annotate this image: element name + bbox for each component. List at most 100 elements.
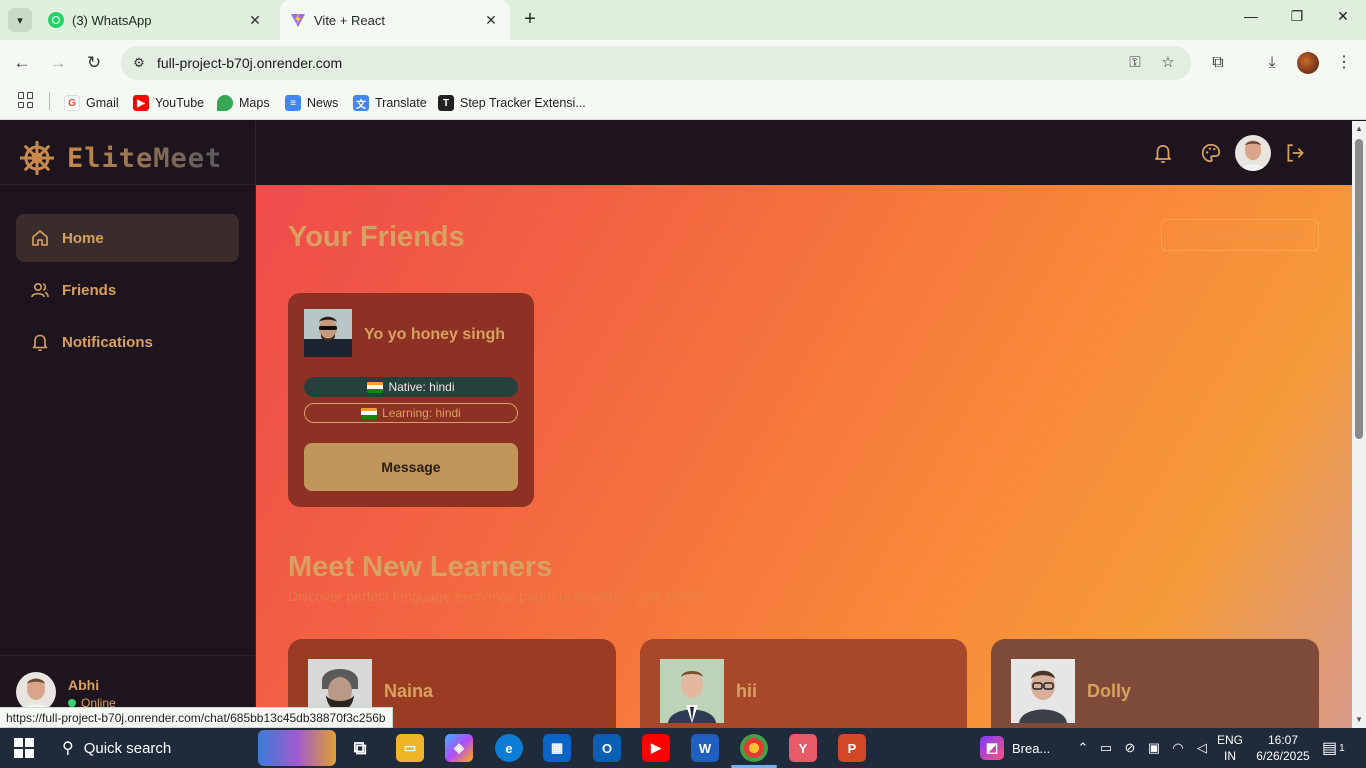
palette-icon[interactable] xyxy=(1199,141,1223,165)
close-icon[interactable]: ✕ xyxy=(246,12,264,29)
scroll-up-arrow-icon[interactable]: ▲ xyxy=(1355,124,1363,133)
address-bar[interactable]: ⚙ full-project-b70j.onrender.com ⚿ ☆ xyxy=(121,46,1191,80)
learner-name: Dolly xyxy=(1087,681,1132,701)
scrollbar-thumb[interactable] xyxy=(1355,139,1363,439)
password-key-icon[interactable]: ⚿ xyxy=(1125,53,1145,73)
learner-name: Naina xyxy=(384,681,434,701)
new-tab-button[interactable]: + xyxy=(520,9,540,30)
word-icon[interactable]: W xyxy=(691,734,719,762)
notification-count: 1 xyxy=(1339,742,1345,754)
translate-icon: 文 xyxy=(353,95,369,111)
tab-vite-react[interactable]: Vite + React ✕ xyxy=(280,0,510,40)
whatsapp-icon xyxy=(48,12,64,28)
bookmark-step-tracker[interactable]: T Step Tracker Extensi... xyxy=(438,93,586,113)
region-code: IN xyxy=(1224,749,1236,763)
notifications-bell-icon[interactable] xyxy=(1151,141,1175,165)
learner-avatar xyxy=(660,659,724,723)
input-language[interactable]: ENG IN xyxy=(1212,732,1248,764)
camera-icon[interactable]: ▣ xyxy=(1142,740,1166,756)
online-dot-icon xyxy=(68,699,76,707)
vite-icon xyxy=(291,13,305,27)
browser-menu-icon[interactable]: ⋮ xyxy=(1332,51,1356,75)
widget-text: Brea... xyxy=(1012,740,1051,756)
tab-whatsapp[interactable]: (3) WhatsApp ✕ xyxy=(38,0,274,40)
bookmark-translate[interactable]: 文 Translate xyxy=(353,93,427,113)
search-icon: ⚲ xyxy=(62,740,74,757)
search-highlight-art xyxy=(258,730,336,766)
network-off-icon[interactable]: ⊘ xyxy=(1118,740,1142,756)
friend-name: Yo yo honey singh xyxy=(364,326,506,343)
sidebar-item-label: Home xyxy=(62,229,104,247)
app-viewport: EliteMeet Home Friends Notifications Abh… xyxy=(0,121,1352,728)
site-info-icon[interactable]: ⚙ xyxy=(129,53,149,73)
learner-card: hii xyxy=(640,639,967,728)
extensions-icon[interactable]: ⧉ xyxy=(1206,51,1230,75)
bookmark-youtube[interactable]: ▶ YouTube xyxy=(133,93,204,113)
downloads-icon[interactable]: ⤓ xyxy=(1260,51,1284,75)
sidebar-item-home[interactable]: Home xyxy=(16,214,239,262)
users-icon: ⚇ xyxy=(1178,227,1190,242)
bookmark-news[interactable]: ≡ News xyxy=(285,93,338,113)
battery-icon[interactable]: ▭ xyxy=(1094,740,1118,756)
task-view-icon[interactable]: ⧉ xyxy=(346,734,374,762)
sidebar-item-friends[interactable]: Friends xyxy=(16,266,239,314)
wifi-icon[interactable]: ◠ xyxy=(1166,740,1190,756)
windows-taskbar: ⚲ Quick search ⧉ ▭ ◈ e ▦ O ▶ W Y P ◩ Bre… xyxy=(0,728,1366,768)
ship-wheel-icon xyxy=(20,141,54,175)
notification-center[interactable]: ▤ 1 xyxy=(1322,728,1345,768)
friend-requests-button[interactable]: ⚇ Friend Requests xyxy=(1161,219,1319,251)
page-title: Your Friends xyxy=(288,221,465,253)
apps-grid-icon[interactable] xyxy=(18,92,34,108)
clock[interactable]: 16:07 6/26/2025 xyxy=(1250,732,1316,764)
search-label: Quick search xyxy=(83,739,172,757)
copilot-icon[interactable]: ◈ xyxy=(445,734,473,762)
bookmarks-divider xyxy=(49,92,50,110)
app-header xyxy=(256,121,1352,185)
powerpoint-icon[interactable]: P xyxy=(838,734,866,762)
minimize-button[interactable]: — xyxy=(1236,8,1266,24)
notification-icon: ▤ xyxy=(1322,740,1338,757)
bookmark-maps[interactable]: Maps xyxy=(217,93,270,113)
google-icon: G xyxy=(64,95,80,111)
learner-avatar xyxy=(1011,659,1075,723)
tab-search-button[interactable]: ▾ xyxy=(8,8,32,32)
windows-start-icon[interactable] xyxy=(14,738,34,758)
pinned-app-icon[interactable]: Y xyxy=(789,734,817,762)
header-avatar[interactable] xyxy=(1235,135,1271,171)
store-icon[interactable]: ▦ xyxy=(543,734,571,762)
system-tray[interactable]: ⌃ ▭ ⊘ ▣ ◠ ◁ xyxy=(1072,728,1214,768)
page-scrollbar[interactable]: ▲ ▼ xyxy=(1352,121,1366,728)
learner-card: Dolly xyxy=(991,639,1319,728)
bell-icon xyxy=(32,334,48,352)
tab-title: (3) WhatsApp xyxy=(72,12,152,28)
file-explorer-icon[interactable]: ▭ xyxy=(396,734,424,762)
chevron-up-icon[interactable]: ⌃ xyxy=(1072,740,1094,756)
learning-language-text: Learning: hindi xyxy=(382,406,461,420)
sidebar-item-notifications[interactable]: Notifications xyxy=(16,318,239,366)
news-widget[interactable]: ◩ Brea... xyxy=(980,728,1050,768)
link-status-bubble: https://full-project-b70j.onrender.com/c… xyxy=(0,707,393,728)
logout-icon[interactable] xyxy=(1283,141,1307,165)
scroll-down-arrow-icon[interactable]: ▼ xyxy=(1355,715,1363,724)
chrome-icon[interactable] xyxy=(740,734,768,762)
message-button[interactable]: Message xyxy=(304,443,518,491)
edge-icon[interactable]: e xyxy=(495,734,523,762)
clock-date: 6/26/2025 xyxy=(1256,749,1310,763)
outlook-icon[interactable]: O xyxy=(593,734,621,762)
volume-icon[interactable]: ◁ xyxy=(1190,740,1214,756)
back-button[interactable]: ← xyxy=(9,50,35,76)
close-icon[interactable]: ✕ xyxy=(482,12,500,29)
window-close-button[interactable]: ✕ xyxy=(1328,8,1358,25)
brand-logo[interactable]: EliteMeet xyxy=(20,141,222,175)
friend-avatar xyxy=(304,309,352,357)
youtube-icon: ▶ xyxy=(133,95,149,111)
youtube-app-icon[interactable]: ▶ xyxy=(642,734,670,762)
forward-button[interactable]: → xyxy=(45,50,71,76)
bookmark-star-icon[interactable]: ☆ xyxy=(1158,53,1178,73)
sidebar: EliteMeet Home Friends Notifications Abh… xyxy=(0,121,256,728)
restore-button[interactable]: ❐ xyxy=(1282,8,1312,25)
url-text[interactable]: full-project-b70j.onrender.com xyxy=(157,55,342,71)
bookmark-gmail[interactable]: G Gmail xyxy=(64,93,119,113)
reload-button[interactable]: ↻ xyxy=(81,50,107,76)
browser-profile-avatar[interactable] xyxy=(1297,52,1319,74)
